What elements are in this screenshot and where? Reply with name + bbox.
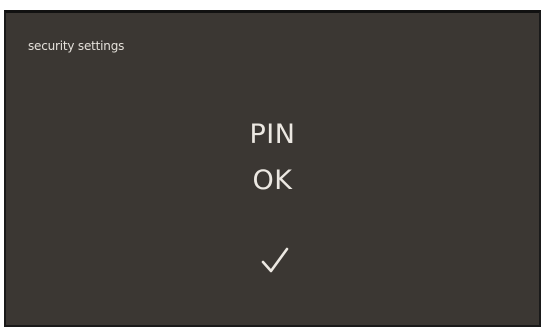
screen-title: security settings (28, 39, 125, 53)
status-label-ok: OK (252, 165, 293, 196)
status-label-pin: PIN (249, 119, 296, 150)
checkmark-icon[interactable] (260, 245, 290, 275)
device-screen: security settings PIN OK (4, 10, 541, 327)
